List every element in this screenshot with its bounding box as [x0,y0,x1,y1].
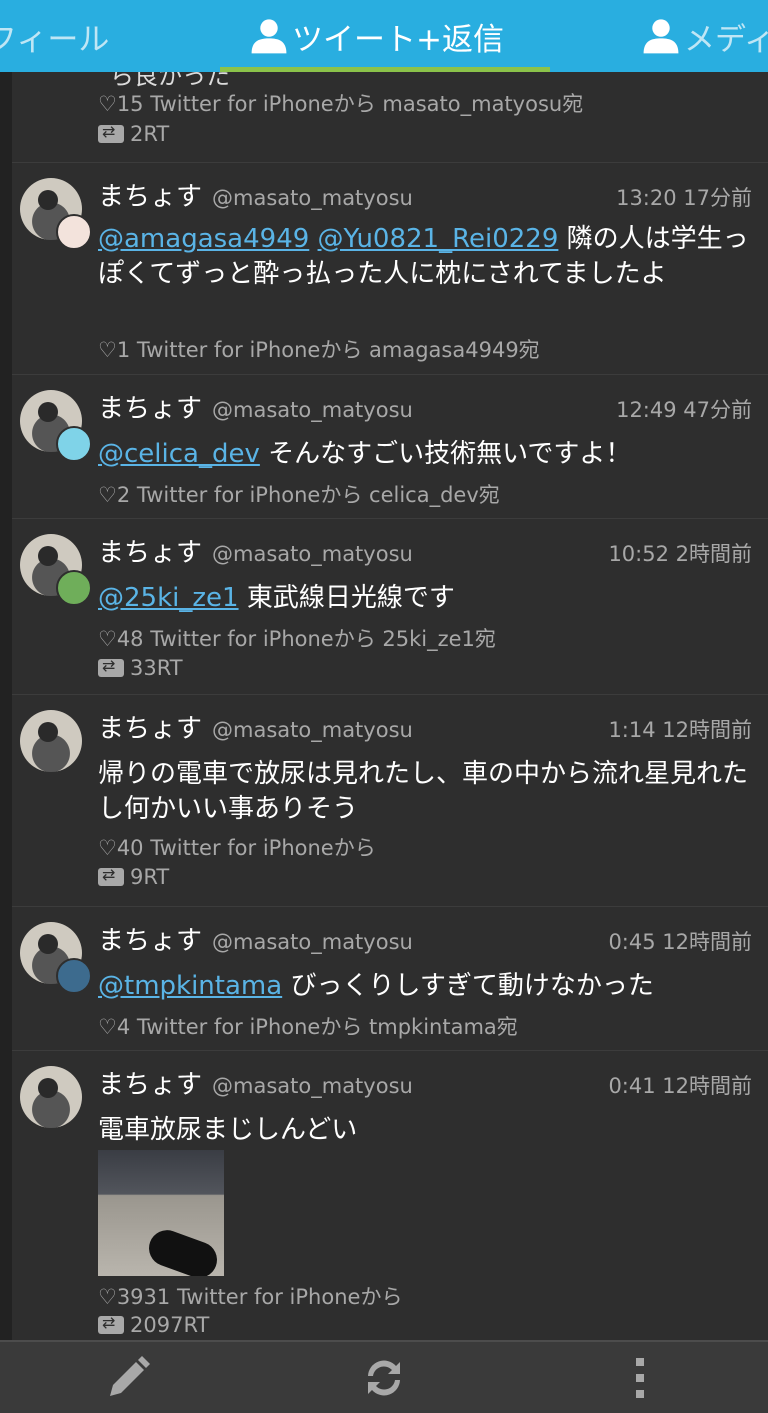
tweet-meta: ♡48 Twitter for iPhoneから 25ki_ze1宛 [98,627,496,651]
user-name: まちょす [98,394,203,424]
tweet-meta: ♡2 Twitter for iPhoneから celica_dev宛 [98,483,500,507]
user-icon [251,19,287,54]
user-handle: @masato_matyosu [212,930,413,954]
tweet-time: 12:49 47分前 [616,398,752,422]
retweet-count: 33RT [98,656,183,680]
tweet-time: 13:20 17分前 [616,186,752,210]
retweet-icon [98,865,124,886]
tweet-time: 0:41 12時間前 [608,1074,752,1098]
tweet-body: そんなすごい技術無いですよ！ [268,439,632,469]
retweet-count-label: 9RT [130,865,170,889]
tweet-text: @amagasa4949 @Yu0821_Rei0229 隣の人は学生っぽくてず… [98,222,750,292]
retweet-icon [98,1313,124,1334]
tweet-meta: ♡15 Twitter for iPhoneから masato_matyosu宛 [98,92,584,116]
timeline[interactable]: ら良かった ♡15 Twitter for iPhoneから masato_ma… [0,72,768,1340]
tweet-photo[interactable] [98,1150,224,1276]
tweet-body: びっくりしすぎて動けなかった [290,971,654,1001]
user-handle: @masato_matyosu [212,718,413,742]
retweet-icon [98,122,124,143]
tab-profile-label: フィール [0,21,110,58]
retweet-count: 2RT [98,122,169,146]
tweet-header: まちょす @masato_matyosu 0:45 12時間前 [98,920,752,956]
retweet-count-label: 33RT [130,656,183,680]
tweet-text: @tmpkintama びっくりしすぎて動けなかった [98,969,750,1004]
tweet-header: まちょす @masato_matyosu 10:52 2時間前 [98,532,752,568]
retweet-icon [98,656,124,677]
mention-link[interactable]: @celica_dev [98,439,260,469]
tweet-header: まちょす @masato_matyosu 12:49 47分前 [98,388,752,424]
tweet-body: 帰りの電車で放尿は見れたし、車の中から流れ星見れたし何かいい事ありそう [98,759,749,824]
user-handle: @masato_matyosu [212,542,413,566]
tweet-meta: ♡3931 Twitter for iPhoneから [98,1285,403,1309]
tab-tweets-replies-label: ツイート+返信 [292,21,504,58]
user-name: まちょす [98,538,203,568]
mention-link[interactable]: @tmpkintama [98,971,282,1001]
retweet-count: 9RT [98,865,169,889]
bottom-toolbar [0,1340,768,1413]
user-name: まちょす [98,182,203,212]
tweet-item[interactable]: まちょす @masato_matyosu 1:14 12時間前 帰りの電車で放尿… [12,694,768,907]
tweet-meta: ♡1 Twitter for iPhoneから amagasa4949宛 [98,338,540,362]
avatar[interactable] [20,710,82,772]
retweet-count: 2097RT [98,1313,209,1337]
tab-profile[interactable]: フィール [0,0,109,72]
tweet-body: 電車放尿まじしんどい [98,1115,358,1145]
tweet-time: 0:45 12時間前 [608,930,752,954]
photo-content [143,1225,223,1276]
mention-link[interactable]: @25ki_ze1 [98,583,239,613]
user-icon [643,19,679,54]
reply-target-avatar [56,570,92,606]
user-handle: @masato_matyosu [212,186,413,210]
tweet-time: 10:52 2時間前 [608,542,752,566]
tab-bar: フィール ツイート+返信 メディ [0,0,768,72]
tweet-header: まちょす @masato_matyosu 13:20 17分前 [98,176,752,212]
user-name: まちょす [98,926,203,956]
tweet-text: @25ki_ze1 東武線日光線です [98,581,750,616]
tweet-text: @celica_dev そんなすごい技術無いですよ！ [98,437,750,472]
reply-target-avatar [56,214,92,250]
tweet-item[interactable]: まちょす @masato_matyosu 0:45 12時間前 @tmpkint… [12,906,768,1051]
user-name: まちょす [98,1070,203,1100]
tweet-item[interactable]: まちょす @masato_matyosu 0:41 12時間前 電車放尿まじしん… [12,1050,768,1340]
avatar[interactable] [20,1066,82,1128]
tweet-time: 1:14 12時間前 [608,718,752,742]
tweet-partial[interactable]: ら良かった ♡15 Twitter for iPhoneから masato_ma… [12,72,768,163]
tweet-meta: ♡4 Twitter for iPhoneから tmpkintama宛 [98,1015,518,1039]
tweet-item[interactable]: まちょす @masato_matyosu 10:52 2時間前 @25ki_ze… [12,518,768,695]
more-vertical-icon[interactable] [616,1354,664,1402]
tab-media-label: メディ [684,21,768,58]
tweet-item[interactable]: まちょす @masato_matyosu 12:49 47分前 @celica_… [12,374,768,519]
left-rail [0,72,12,1340]
mention-link[interactable]: @amagasa4949 [98,224,309,254]
tweet-item[interactable]: まちょす @masato_matyosu 13:20 17分前 @amagasa… [12,162,768,375]
tweet-header: まちょす @masato_matyosu 0:41 12時間前 [98,1064,752,1100]
tweet-meta: ♡40 Twitter for iPhoneから [98,836,376,860]
user-handle: @masato_matyosu [212,1074,413,1098]
reply-target-avatar [56,958,92,994]
tweet-text: 帰りの電車で放尿は見れたし、車の中から流れ星見れたし何かいい事ありそう [98,757,750,827]
mention-link[interactable]: @Yu0821_Rei0229 [318,224,559,254]
retweet-count-label: 2097RT [130,1313,210,1337]
tweet-header: まちょす @masato_matyosu 1:14 12時間前 [98,708,752,744]
tab-tweets-replies[interactable]: ツイート+返信 [250,0,504,72]
tweet-body: 東武線日光線です [246,583,455,613]
reply-target-avatar [56,426,92,462]
tweet-text: 電車放尿まじしんどい [98,1113,750,1148]
user-name: まちょす [98,714,203,744]
refresh-icon[interactable] [360,1354,408,1402]
retweet-count-label: 2RT [130,122,170,146]
tab-media[interactable]: メディ [642,0,768,72]
user-handle: @masato_matyosu [212,398,413,422]
pencil-icon[interactable] [104,1354,152,1402]
